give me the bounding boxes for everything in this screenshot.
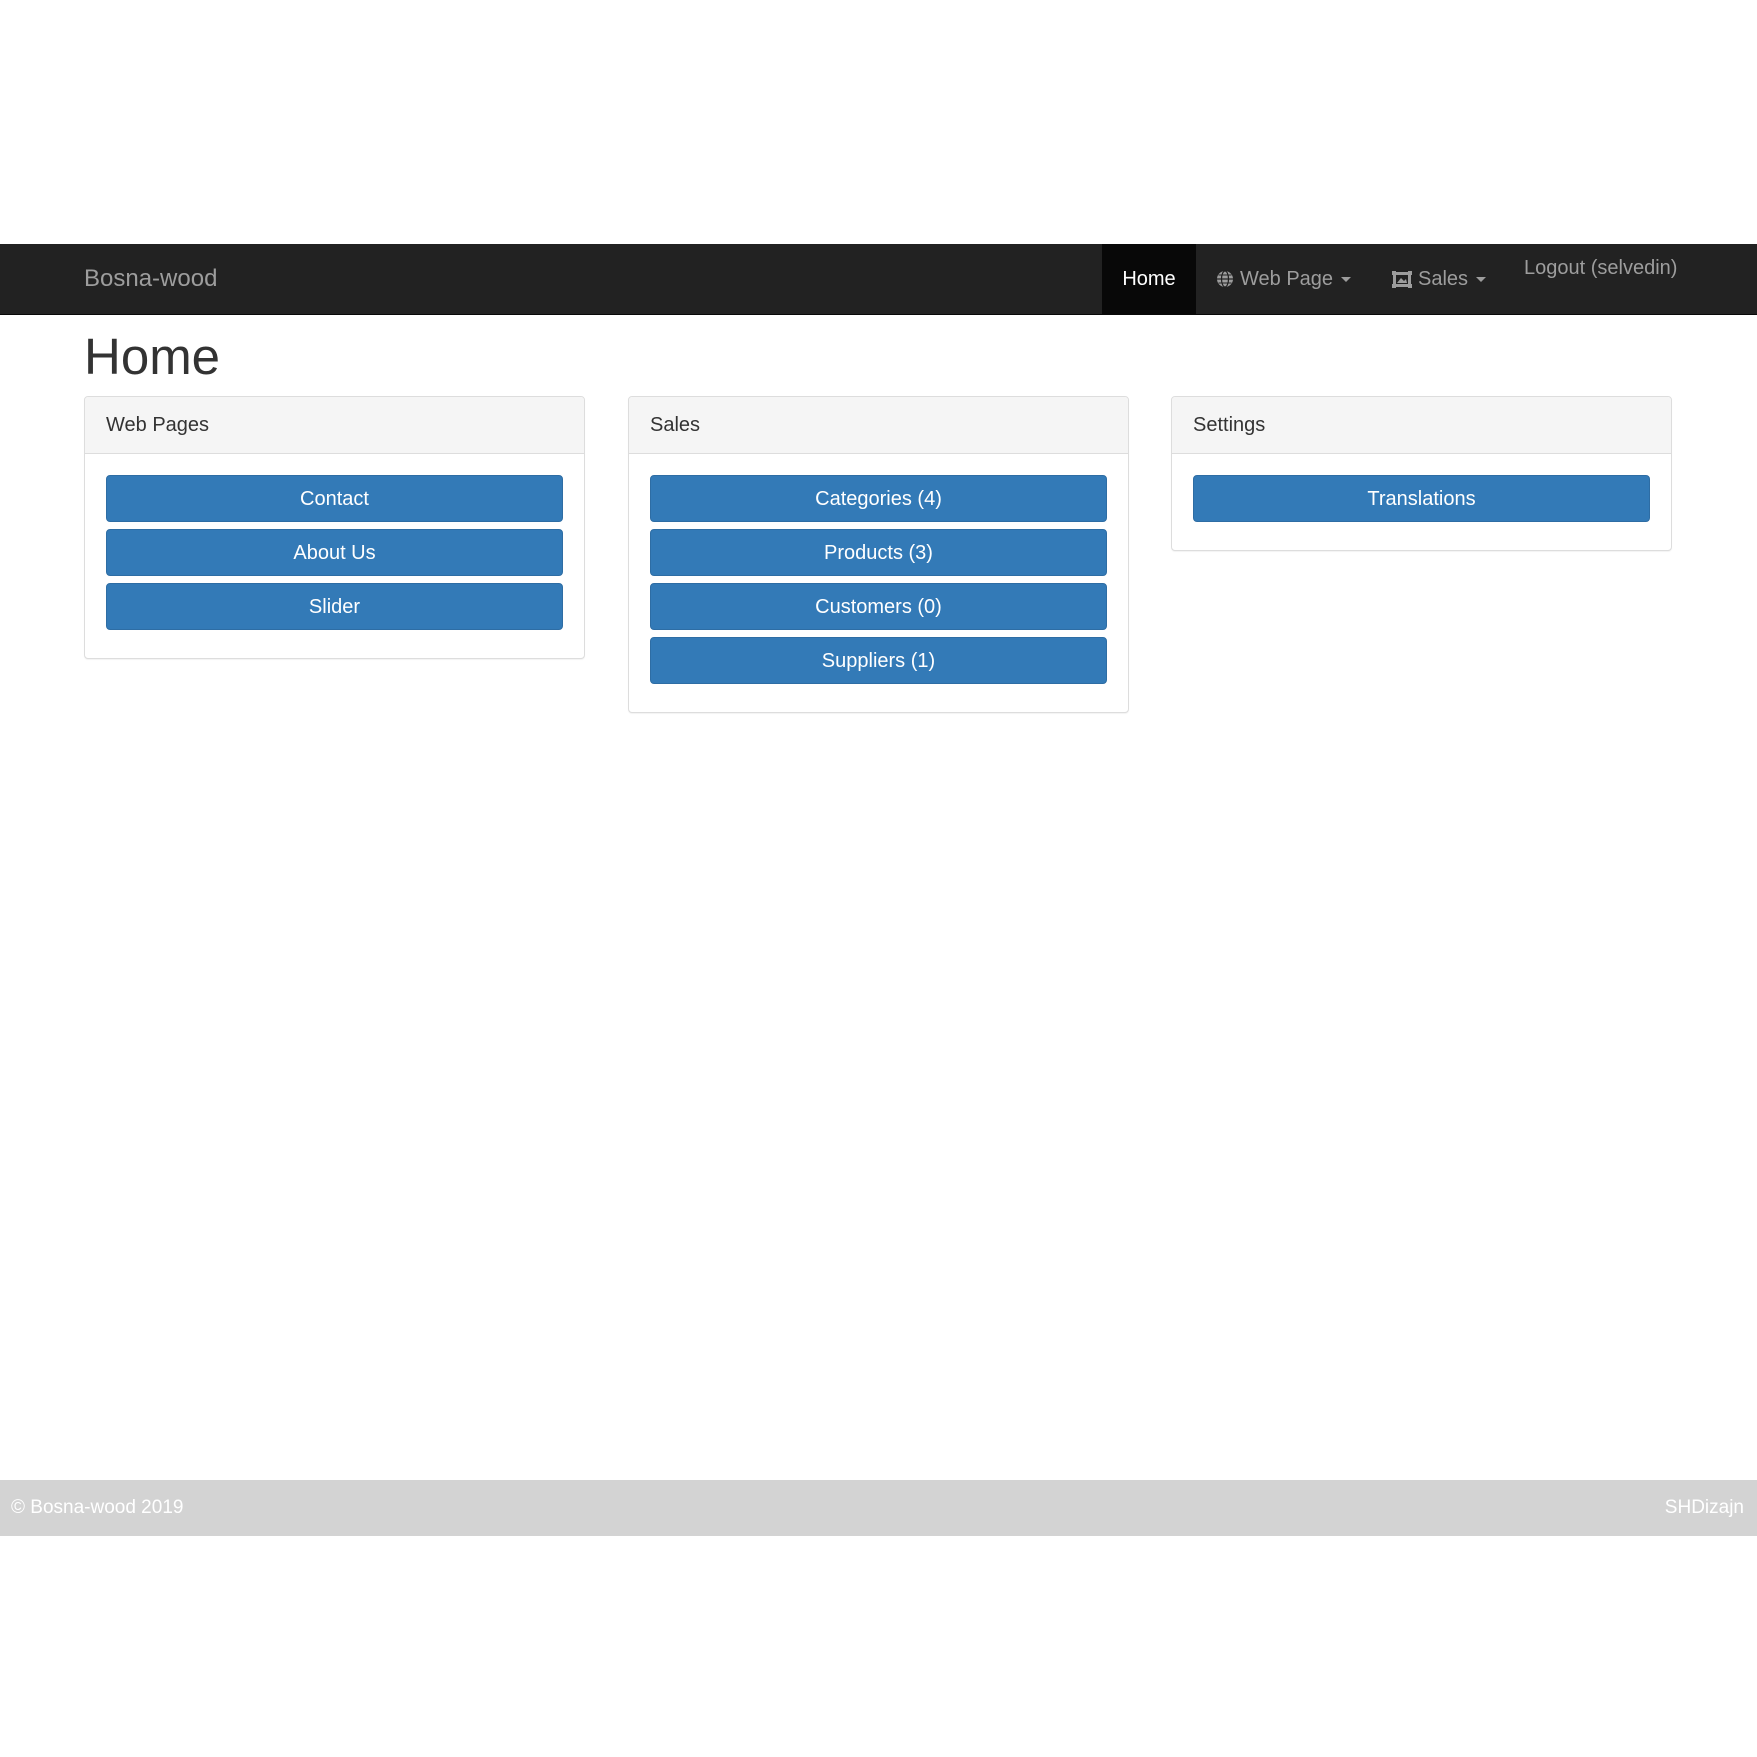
footer-copyright: © Bosna-wood 2019 xyxy=(11,1497,184,1518)
brand-logo[interactable]: Bosna-wood xyxy=(84,244,217,314)
panel-web-pages: Web Pages Contact About Us Slider xyxy=(84,396,585,659)
panel-body: Contact About Us Slider xyxy=(85,454,584,658)
nav-home-label: Home xyxy=(1122,268,1176,290)
top-navbar: Bosna-wood Home Web Page Sales Logout (s… xyxy=(0,244,1757,315)
suppliers-button[interactable]: Suppliers (1) xyxy=(650,637,1107,684)
slider-button[interactable]: Slider xyxy=(106,583,563,630)
page: Bosna-wood Home Web Page Sales Logout (s… xyxy=(0,0,1757,1757)
nav-sales-label: Sales xyxy=(1418,268,1469,290)
footer: © Bosna-wood 2019 SHDizajn xyxy=(0,1480,1757,1536)
customers-button[interactable]: Customers (0) xyxy=(650,583,1107,630)
panel-settings: Settings Translations xyxy=(1171,396,1672,551)
footer-credit-link[interactable]: SHDizajn xyxy=(1665,1480,1744,1536)
logout-link[interactable]: Logout (selvedin) xyxy=(1524,244,1677,314)
panel-heading: Sales xyxy=(629,397,1128,454)
panel-body: Translations xyxy=(1172,454,1671,550)
categories-button[interactable]: Categories (4) xyxy=(650,475,1107,522)
about-us-button[interactable]: About Us xyxy=(106,529,563,576)
nav-web-page-label: Web Page xyxy=(1240,268,1334,290)
products-button[interactable]: Products (3) xyxy=(650,529,1107,576)
nav-sales-dropdown[interactable]: Sales xyxy=(1392,244,1487,317)
panel-body: Categories (4) Products (3) Customers (0… xyxy=(629,454,1128,712)
picture-icon xyxy=(1392,247,1412,317)
nav-web-page-dropdown[interactable]: Web Page xyxy=(1216,244,1352,317)
panel-sales: Sales Categories (4) Products (3) Custom… xyxy=(628,396,1129,713)
contact-button[interactable]: Contact xyxy=(106,475,563,522)
translations-button[interactable]: Translations xyxy=(1193,475,1650,522)
panel-heading: Settings xyxy=(1172,397,1671,454)
panel-heading: Web Pages xyxy=(85,397,584,454)
nav-home[interactable]: Home xyxy=(1102,244,1196,314)
chevron-down-icon xyxy=(1476,277,1487,283)
globe-icon xyxy=(1216,247,1234,317)
chevron-down-icon xyxy=(1341,277,1352,283)
page-title: Home xyxy=(84,328,221,385)
